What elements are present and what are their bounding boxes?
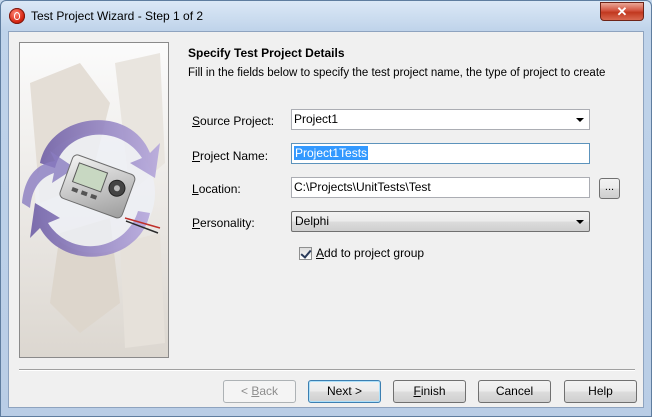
project-name-value: Project1Tests — [294, 146, 369, 160]
next-button[interactable]: Next > — [308, 380, 381, 403]
personality-value: Delphi — [295, 214, 330, 228]
title-bar[interactable]: Test Project Wizard - Step 1 of 2 ✕ — [1, 1, 651, 31]
help-button[interactable]: Help — [564, 380, 637, 403]
project-name-label-mnemonic: P — [192, 149, 201, 163]
add-to-group-text: dd to project group — [324, 246, 425, 260]
project-name-input[interactable]: Project1Tests — [291, 143, 590, 164]
location-value: C:\Projects\UnitTests\Test — [294, 180, 431, 194]
wizard-window: Test Project Wizard - Step 1 of 2 ✕ Spec… — [0, 0, 652, 417]
location-label-mnemonic: L — [192, 182, 199, 196]
back-button[interactable]: < Back — [223, 380, 296, 403]
personality-label-mnemonic: P — [192, 216, 201, 230]
page-heading: Specify Test Project Details — [188, 46, 345, 60]
personality-label-text: ersonality: — [200, 216, 255, 230]
window-title: Test Project Wizard - Step 1 of 2 — [31, 9, 204, 23]
personality-label: Personality: — [192, 216, 255, 230]
page-description: Fill in the fields below to specify the … — [188, 67, 606, 79]
wizard-body: Specify Test Project Details Fill in the… — [8, 31, 644, 408]
source-project-value: Project1 — [294, 112, 339, 126]
chevron-down-icon[interactable] — [576, 220, 584, 224]
back-button-text: ack — [259, 384, 279, 398]
location-label: Location: — [192, 182, 241, 196]
close-button[interactable]: ✕ — [600, 2, 644, 21]
location-input[interactable]: C:\Projects\UnitTests\Test — [291, 177, 590, 198]
cancel-button[interactable]: Cancel — [478, 380, 551, 403]
finish-button[interactable]: Finish — [393, 380, 466, 403]
back-button-prefix: < — [240, 384, 252, 398]
personality-dropdown[interactable]: Delphi — [291, 211, 590, 232]
chevron-down-icon[interactable] — [576, 118, 584, 122]
location-label-text: ocation: — [198, 182, 241, 196]
app-logo-icon — [9, 8, 25, 24]
add-to-project-group-label[interactable]: Add to project group — [316, 246, 424, 260]
project-name-label: Project Name: — [192, 149, 268, 163]
unit-test-device-illustration-icon — [22, 53, 165, 348]
source-project-label: Source Project: — [192, 114, 274, 128]
add-to-group-mnemonic: A — [316, 246, 325, 260]
source-project-label-text: ource Project: — [200, 114, 275, 128]
finish-button-text: inish — [420, 384, 446, 398]
footer-divider — [19, 369, 635, 371]
source-project-combo[interactable]: Project1 — [291, 109, 590, 130]
wizard-illustration — [19, 42, 169, 358]
browse-button[interactable]: ... — [599, 178, 620, 199]
add-to-project-group-checkbox[interactable] — [299, 247, 312, 260]
project-name-label-text: roject Name: — [200, 149, 269, 163]
finish-button-mnemonic: F — [413, 384, 421, 398]
source-project-label-mnemonic: S — [192, 114, 201, 128]
